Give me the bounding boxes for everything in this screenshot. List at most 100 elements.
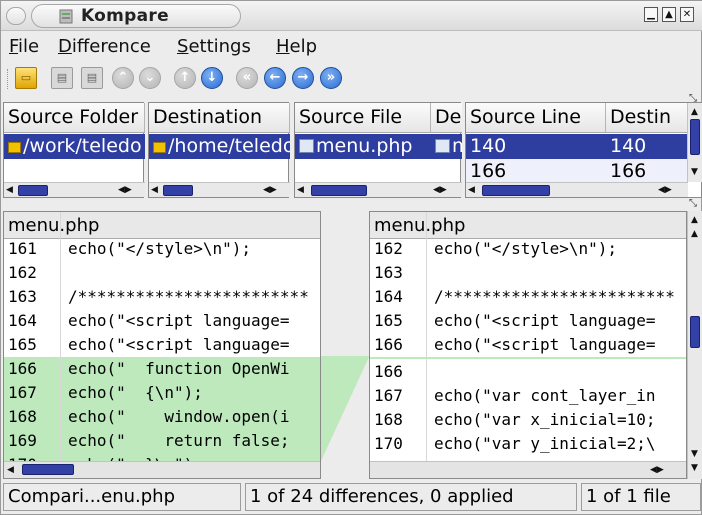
line-text: echo("<script language=	[68, 335, 290, 354]
list-item[interactable]: /work/teledo	[4, 134, 145, 159]
horizontal-scrollbar[interactable]: ◀	[4, 461, 320, 478]
menu-help[interactable]: Help	[276, 36, 317, 57]
menu-settings[interactable]: Settings	[177, 36, 251, 57]
line-text: echo("</style>\n");	[68, 239, 252, 258]
apply-all-icon[interactable]: »	[320, 67, 342, 89]
save-icon[interactable]: ▤	[51, 67, 73, 89]
source-diff-pane[interactable]: menu.php 161 echo("</style>\n"); 162 163 /**…	[3, 211, 321, 479]
scroll-thumb[interactable]	[482, 185, 550, 196]
column-header[interactable]: Destination	[149, 103, 290, 133]
scroll-thumb[interactable]	[690, 316, 700, 348]
horizontal-scrollbar[interactable]: ◀▶	[370, 461, 686, 478]
status-comparison: Compari...enu.php	[3, 483, 241, 511]
destination-diff-pane[interactable]: menu.php 162 echo("</style>\n"); 163 164 /**…	[369, 211, 687, 479]
line-text: echo("var cont_layer_in	[434, 386, 656, 405]
scroll-thumb[interactable]	[18, 185, 48, 196]
code-line: 169 echo(" return false;	[4, 429, 320, 453]
column-header[interactable]: Source Folder	[4, 103, 145, 133]
apply-back-icon[interactable]: ←	[264, 67, 286, 89]
next-difference-icon[interactable]: ↓	[201, 67, 223, 89]
menu-file[interactable]: File	[9, 36, 39, 57]
destination-file-title: menu.php	[370, 212, 686, 239]
line-number: 163	[374, 263, 403, 282]
code-line: 162 echo("</style>\n");	[370, 237, 686, 261]
toolbar-handle[interactable]	[7, 69, 10, 89]
folder-icon	[153, 142, 166, 153]
app-window: Kompare ▁ ▲ ✕ File Difference Settings H…	[0, 0, 702, 515]
previous-file-icon[interactable]: ⌃	[112, 67, 134, 89]
scroll-thumb[interactable]	[311, 185, 367, 196]
save-all-icon[interactable]: ▤	[81, 67, 103, 89]
header-source-folder[interactable]: Source Folder	[4, 103, 145, 132]
next-file-icon[interactable]: ⌄	[139, 67, 161, 89]
line-number: 168	[8, 407, 37, 426]
source-file-name: menu.php	[316, 135, 413, 157]
line-text: echo(" function OpenWi	[68, 359, 290, 378]
line-number: 168	[374, 410, 403, 429]
gutter-divider	[60, 212, 61, 478]
line-number: 162	[8, 263, 37, 282]
dock-close-icon[interactable]: ⤡	[689, 93, 697, 104]
code-line: 165 echo("<script language=	[4, 333, 320, 357]
header-source-line[interactable]: Source Line	[466, 103, 606, 132]
code-line: 163 /************************	[4, 285, 320, 309]
folder-path: /home/teledo	[168, 135, 290, 157]
diff-vertical-scrollbar[interactable]: ▲ ▲ ▼ ▼	[687, 211, 702, 479]
code-line: 167 echo("var cont_layer_in	[370, 384, 686, 408]
window-title: Kompare	[81, 6, 169, 26]
maximize-button[interactable]: ▲	[662, 7, 676, 22]
line-text: echo("<script language=	[434, 335, 656, 354]
change-marker	[370, 357, 686, 359]
line-text: echo(" window.open(i	[68, 407, 290, 426]
line-text: echo(" return false;	[68, 431, 290, 450]
code-line: 166 echo("<script language=	[370, 333, 686, 357]
close-button[interactable]: ✕	[680, 7, 694, 22]
line-number: 167	[8, 383, 37, 402]
undo-icon[interactable]: «	[236, 67, 258, 89]
horizontal-scrollbar[interactable]: ◀ ◀▶	[149, 182, 290, 197]
horizontal-scrollbar[interactable]: ◀ ◀▶	[295, 182, 462, 197]
line-text: echo("<script language=	[68, 311, 290, 330]
window-menu-button[interactable]	[6, 7, 26, 25]
line-number: 166	[8, 359, 37, 378]
source-line-number: 166	[470, 160, 507, 182]
horizontal-scrollbar[interactable]: ◀ ◀▶	[4, 182, 145, 197]
list-item[interactable]: menu.php m	[295, 134, 462, 159]
minimize-button[interactable]: ▁	[644, 7, 658, 22]
list-item[interactable]: 166 166	[466, 159, 688, 184]
line-text: echo("<script language=	[434, 311, 656, 330]
header-source-file[interactable]: Source File	[295, 103, 431, 132]
destination-line-number: 166	[610, 160, 647, 182]
scroll-thumb[interactable]	[163, 185, 193, 196]
code-line: 165 echo("<script language=	[370, 309, 686, 333]
code-line: 168 echo(" window.open(i	[4, 405, 320, 429]
diff-connector	[321, 211, 369, 461]
menu-difference[interactable]: Difference	[58, 36, 151, 57]
source-line-number: 140	[470, 135, 507, 157]
code-line: 167 echo(" {\n");	[4, 381, 320, 405]
line-number: 163	[8, 287, 37, 306]
horizontal-scrollbar[interactable]: ◀ ◀▶	[466, 182, 688, 197]
line-number: 170	[374, 434, 403, 453]
folder-path: /work/teledo	[23, 135, 142, 157]
list-item[interactable]: /home/teledo	[149, 134, 290, 159]
open-folder-icon[interactable]: ▭	[15, 67, 37, 89]
destination-line-number: 140	[610, 135, 647, 157]
difference-list-pane: Source Line Destin 140 140 166 166 ▲ ▼ ◀ ◀…	[465, 102, 702, 198]
scroll-thumb[interactable]	[690, 119, 700, 155]
dock-close-icon[interactable]: ⤡	[689, 198, 697, 209]
previous-difference-icon[interactable]: ↑	[174, 67, 196, 89]
code-line: 166 echo(" function OpenWi	[4, 357, 320, 381]
line-number: 164	[374, 287, 403, 306]
apply-icon[interactable]: →	[292, 67, 314, 89]
header-destination-file[interactable]: De	[431, 103, 462, 132]
list-item[interactable]: 140 140	[466, 134, 688, 159]
header-destination-folder[interactable]: Destination	[149, 103, 290, 132]
toolbar: ▭ ▤ ▤ ⌃ ⌄ ↑ ↓ « ← → »	[1, 63, 702, 93]
line-text: /************************	[68, 287, 309, 306]
scroll-thumb[interactable]	[22, 464, 74, 475]
header-destination-line[interactable]: Destin	[606, 103, 688, 132]
line-number: 169	[8, 431, 37, 450]
title-bar[interactable]: Kompare ▁ ▲ ✕	[1, 1, 702, 31]
vertical-scrollbar[interactable]: ▲ ▼	[687, 103, 702, 182]
